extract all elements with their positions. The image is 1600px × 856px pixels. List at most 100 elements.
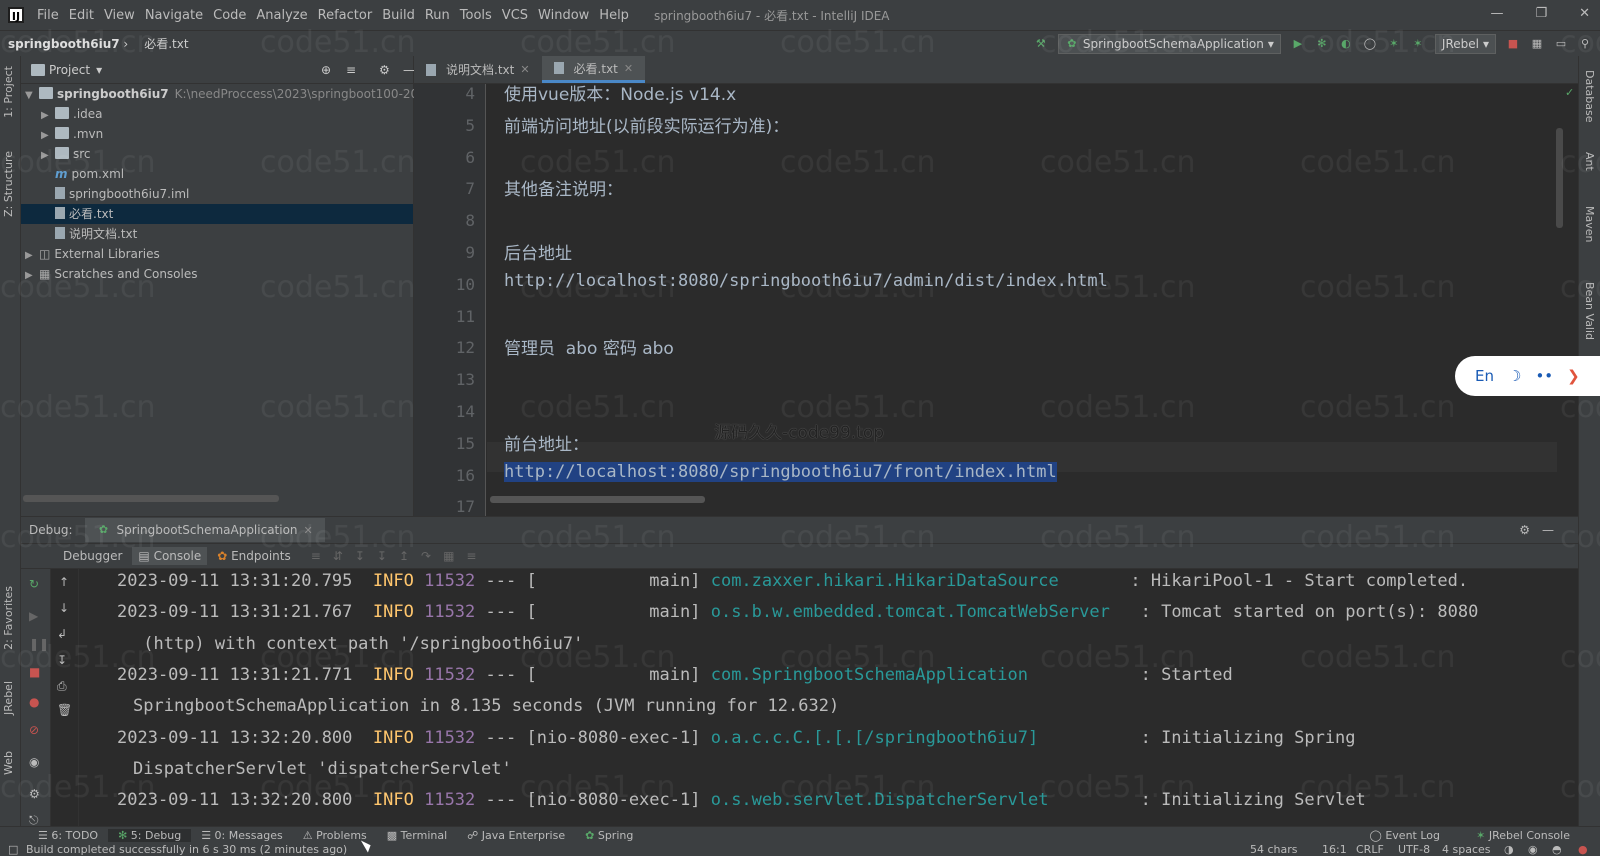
console-output[interactable]: 2023-09-11 13:31:20.795 INFO 11532 --- [… (51, 569, 1578, 827)
coverage-icon[interactable]: ◐ (1339, 37, 1353, 51)
bean-validation-tool-tab[interactable]: Bean Valid (1583, 282, 1596, 340)
jrebel-run-icon[interactable]: ✶ (1387, 37, 1401, 51)
layout-icon[interactable]: ▭ (1554, 37, 1568, 51)
tab-must-read[interactable]: 必看.txt ✕ (541, 56, 646, 83)
tab-debugger[interactable]: Debugger (57, 547, 128, 565)
gear-icon[interactable]: ⚙ (379, 63, 390, 77)
web-tool-tab[interactable]: Web (2, 751, 15, 775)
memory-icon[interactable]: ◓ (1552, 844, 1562, 856)
status-message[interactable]: Build completed successfully in 6 s 30 m… (26, 844, 347, 856)
breadcrumb-project[interactable]: springbooth6iu7 › (0, 37, 136, 51)
input-language-label[interactable]: En (1475, 367, 1494, 385)
todo-tool-button[interactable]: ☰ 6: TODO (28, 829, 108, 842)
jrebel-console-button[interactable]: ✶ JRebel Console (1466, 829, 1580, 842)
chevron-down-icon[interactable]: ▾ (96, 63, 102, 77)
ant-tool-tab[interactable]: Ant (1583, 152, 1596, 171)
editor-horizontal-scrollbar[interactable] (490, 496, 705, 503)
menu-refactor[interactable]: Refactor (313, 8, 378, 23)
structure-tool-tab[interactable]: Z: Structure (2, 151, 15, 217)
maven-tool-tab[interactable]: Maven (1583, 206, 1596, 242)
error-indicator-icon[interactable]: ● (1578, 844, 1588, 856)
tab-console[interactable]: ▤ Console (132, 547, 208, 565)
project-tool-tab[interactable]: 1: Project (2, 66, 15, 118)
locate-icon[interactable]: ⊕ (321, 63, 331, 77)
jrebel-select[interactable]: JRebel ▾ (1434, 34, 1496, 54)
camera-icon[interactable]: ◉ (29, 755, 39, 769)
inspector-icon[interactable]: ◉ (1528, 844, 1538, 856)
pause-icon[interactable]: ❚❚ (29, 637, 49, 651)
debug-icon[interactable]: ✻ (1315, 37, 1329, 51)
tree-item-selected[interactable]: 必看.txt (21, 204, 413, 224)
debug-session-tab[interactable]: ✿ SpringbootSchemaApplication ✕ (84, 518, 325, 542)
input-method-toolbar[interactable]: En ☽ •• ❯ (1455, 356, 1600, 396)
tree-item[interactable]: springbooth6iu7.iml (21, 184, 413, 204)
tree-item[interactable]: ▶ .idea (21, 104, 413, 124)
menu-navigate[interactable]: Navigate (140, 8, 208, 23)
jrebel-debug-icon[interactable]: ✶ (1411, 37, 1425, 51)
view-breakpoints-icon[interactable]: ● (29, 695, 39, 709)
editor-vertical-scrollbar[interactable] (1556, 128, 1563, 228)
status-encoding[interactable]: UTF-8 (1398, 844, 1430, 856)
resume-icon[interactable]: ▶ (29, 609, 38, 623)
lock-icon[interactable]: ◑ (1504, 844, 1514, 856)
stop-icon[interactable]: ■ (29, 665, 40, 679)
menu-code[interactable]: Code (208, 8, 251, 23)
rerun-icon[interactable]: ↻ (29, 577, 39, 591)
menu-view[interactable]: View (99, 8, 140, 23)
hide-icon[interactable]: — (1542, 523, 1554, 537)
log-class[interactable]: com.zaxxer.hikari.HikariDataSource (711, 571, 1059, 591)
messages-tool-button[interactable]: ☰ 0: Messages (191, 829, 293, 842)
tab-endpoints[interactable]: ✿ Endpoints (211, 547, 297, 565)
tree-item[interactable]: ▶ src (21, 144, 413, 164)
gear-icon[interactable]: ⚙ (1519, 523, 1530, 537)
menu-file[interactable]: File (32, 8, 64, 23)
profile-icon[interactable]: ◯ (1363, 37, 1377, 51)
menu-run[interactable]: Run (420, 8, 455, 23)
database-tool-tab[interactable]: Database (1583, 70, 1596, 123)
menu-edit[interactable]: Edit (64, 8, 99, 23)
tree-item[interactable]: 说明文档.txt (21, 224, 413, 244)
moon-icon[interactable]: ☽ (1508, 367, 1521, 385)
log-class[interactable]: o.s.b.w.embedded.tomcat.TomcatWebServer (711, 602, 1110, 622)
status-caret-position[interactable]: 16:1 (1322, 844, 1347, 856)
debug-tool-button[interactable]: ✻ 5: Debug (108, 829, 192, 842)
tree-item[interactable]: ▶ .mvn (21, 124, 413, 144)
console-scrollbar[interactable] (1568, 569, 1576, 827)
run-icon[interactable]: ▶ (1291, 37, 1305, 51)
mute-breakpoints-icon[interactable]: ⊘ (29, 723, 39, 737)
close-tab-icon[interactable]: ✕ (624, 62, 633, 75)
breadcrumb-file[interactable]: 必看.txt (136, 35, 196, 52)
close-tab-icon[interactable]: ✕ (520, 63, 529, 76)
menu-window[interactable]: Window (533, 8, 594, 23)
log-class[interactable]: com.SpringbootSchemaApplication (711, 665, 1028, 685)
tree-root[interactable]: ▼ springbooth6iu7 K:\needProccess\2023\spr… (21, 84, 426, 104)
tree-item-scratches[interactable]: ▶ ▦ Scratches and Consoles (21, 264, 413, 284)
status-layout-icon[interactable]: □ (8, 844, 18, 856)
debug-step-toolbar-icons[interactable]: ≡⇵↧↧↥↷▦≡ (311, 549, 489, 563)
run-configuration-select[interactable]: ✿ SpringbootSchemaApplication ▾ (1057, 34, 1281, 54)
status-indent[interactable]: 4 spaces (1442, 844, 1491, 856)
collapse-icon[interactable]: ≡ (346, 63, 356, 77)
status-line-separator[interactable]: CRLF (1356, 844, 1384, 856)
favorites-tool-tab[interactable]: 2: Favorites (2, 586, 15, 650)
menu-help[interactable]: Help (594, 8, 634, 23)
chevron-right-icon[interactable]: ❯ (1567, 367, 1580, 385)
menu-vcs[interactable]: VCS (497, 8, 533, 23)
close-icon[interactable]: ✕ (1579, 6, 1590, 21)
project-structure-icon[interactable]: ▦ (1530, 37, 1544, 51)
close-tab-icon[interactable]: ✕ (304, 524, 313, 537)
spring-tool-button[interactable]: ✿ Spring (575, 829, 643, 842)
gear-icon[interactable]: ⚙ (29, 787, 40, 801)
terminal-tool-button[interactable]: ▩ Terminal (377, 829, 457, 842)
menu-build[interactable]: Build (377, 8, 420, 23)
log-class[interactable]: o.a.c.c.C.[.[.[/springbooth6iu7] (711, 728, 1039, 748)
event-log-button[interactable]: ◯ Event Log (1360, 829, 1450, 842)
menu-analyze[interactable]: Analyze (251, 8, 312, 23)
tab-readme-doc[interactable]: 说明文档.txt ✕ (414, 56, 542, 83)
search-icon[interactable]: ⚲ (1578, 37, 1592, 51)
log-class[interactable]: o.s.web.servlet.DispatcherServlet (711, 790, 1049, 810)
build-hammer-icon[interactable]: ⚒ (1034, 37, 1048, 51)
punctuation-icon[interactable]: •• (1535, 367, 1553, 385)
project-panel-title[interactable]: Project (49, 63, 90, 77)
jrebel-tool-tab[interactable]: JRebel (2, 681, 15, 715)
